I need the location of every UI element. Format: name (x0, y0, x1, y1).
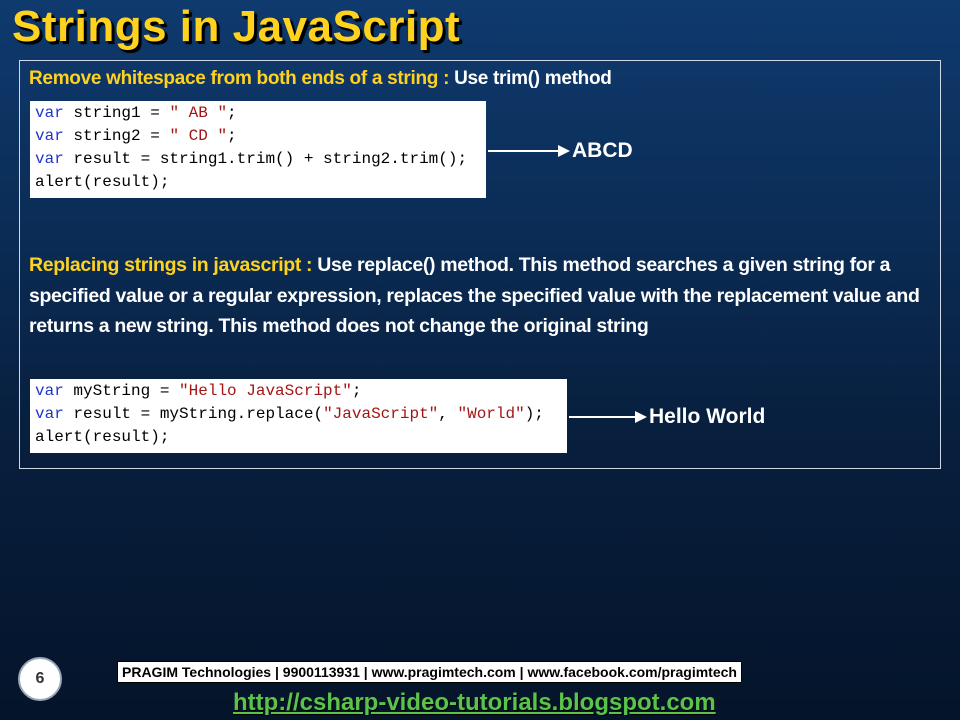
code-line: alert(result); (35, 171, 481, 194)
code-text: ; (227, 127, 237, 145)
company-info: PRAGIM Technologies | 9900113931 | www.p… (117, 661, 742, 683)
code-string: " AB " (169, 104, 228, 122)
code-string: "World" (457, 405, 525, 423)
arrow-right-icon (488, 145, 570, 157)
code-keyword: var (35, 127, 64, 145)
code-line: var result = string1.trim() + string2.tr… (35, 148, 481, 171)
code-text: ); (524, 405, 544, 423)
code-text: result = myString.replace( (63, 405, 324, 423)
code-text: , (438, 405, 458, 423)
code-line: var string1 = " AB "; (35, 102, 481, 125)
replace-result: Hello World (649, 405, 766, 428)
code-keyword: var (35, 405, 64, 423)
code-text: result = string1.trim() + string2.trim()… (63, 150, 468, 168)
code-line: var result = myString.replace("JavaScrip… (35, 403, 562, 426)
section1-text: Use trim() method (449, 68, 612, 89)
code-string: "JavaScript" (323, 405, 439, 423)
slide-title: Strings in JavaScript (12, 2, 461, 51)
arrow-right-icon (569, 411, 647, 423)
page-number: 6 (18, 657, 62, 701)
code-block-replace: var myString = "Hello JavaScript"; var re… (30, 379, 567, 453)
trim-result: ABCD (572, 139, 633, 162)
section2-label: Replacing strings in javascript : (29, 254, 313, 276)
code-text: ; (351, 382, 362, 400)
code-string: "Hello JavaScript" (179, 382, 352, 400)
code-line: var string2 = " CD "; (35, 125, 481, 148)
blog-link[interactable]: http://csharp-video-tutorials.blogspot.c… (233, 689, 716, 717)
code-line: var myString = "Hello JavaScript"; (35, 380, 562, 403)
code-text: myString = (63, 382, 180, 400)
code-text: string1 = (63, 104, 170, 122)
section2-paragraph: Replacing strings in javascript : Use re… (29, 250, 929, 342)
code-text: alert(result); (35, 173, 170, 191)
code-keyword: var (35, 104, 64, 122)
code-text: ; (227, 104, 237, 122)
code-line: alert(result); (35, 426, 562, 449)
code-keyword: var (35, 382, 64, 400)
section1-label: Remove whitespace from both ends of a st… (29, 68, 450, 89)
code-string: " CD " (169, 127, 228, 145)
code-text: alert(result); (35, 428, 170, 446)
code-block-trim: var string1 = " AB "; var string2 = " CD … (30, 101, 486, 198)
code-text: string2 = (63, 127, 170, 145)
section1-heading: Remove whitespace from both ends of a st… (29, 68, 612, 90)
code-keyword: var (35, 150, 64, 168)
